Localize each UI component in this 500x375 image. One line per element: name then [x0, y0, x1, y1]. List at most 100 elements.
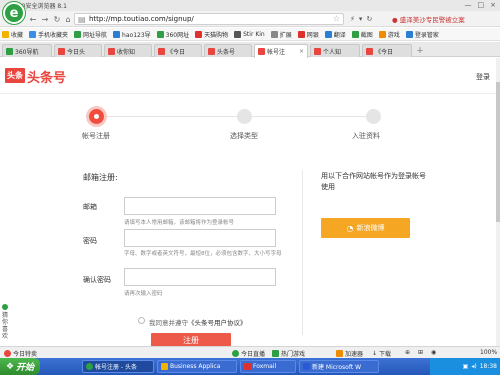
volume-icon[interactable]: ◂): [471, 363, 476, 370]
bookmark-item[interactable]: hao123导: [113, 30, 151, 39]
live-item[interactable]: 今日直播: [232, 349, 265, 358]
speed-mode-icon[interactable]: ⚡: [350, 15, 355, 23]
zoom-level[interactable]: 100%: [480, 349, 497, 356]
maximize-button[interactable]: □: [478, 1, 485, 9]
browser-task-icon: [86, 363, 93, 370]
bookmark-item[interactable]: 登录管家: [405, 30, 439, 39]
tab-personal[interactable]: 个人知: [310, 44, 360, 57]
register-button[interactable]: 注册: [151, 333, 231, 347]
circle-icon[interactable]: ◉: [431, 349, 436, 356]
reload-icon[interactable]: ↻: [366, 15, 372, 23]
step-label: 帐号注册: [82, 132, 110, 140]
back-icon[interactable]: ←: [28, 14, 38, 24]
url-text: http://mp.toutiao.com/signup/: [89, 15, 194, 23]
minimize-button[interactable]: —: [465, 1, 472, 9]
bookmark-icon: [234, 30, 242, 38]
tab-signup-active[interactable]: 帐号注 ×: [254, 44, 308, 58]
password-hint: 字母、数字或者英文符号，最短8位，必须包含数字、大小写字母: [124, 251, 282, 257]
bookmark-icon: [297, 30, 305, 38]
bookmark-icon: [324, 30, 332, 38]
step-1-indicator: [89, 109, 104, 124]
globe-icon[interactable]: ⊕: [405, 349, 410, 356]
word-task-icon: [303, 363, 310, 370]
bookmark-item[interactable]: Stir Kin: [234, 30, 265, 38]
brand-name: 头条号: [27, 71, 67, 86]
bookmark-item[interactable]: 翻译: [324, 30, 346, 39]
tab-360-nav[interactable]: 360导航: [2, 44, 52, 57]
games-item[interactable]: 热门游戏: [272, 349, 305, 358]
taskbar-task-word[interactable]: 新建 Microsoft W: [299, 360, 379, 373]
password-label: 密码: [83, 237, 97, 245]
start-button[interactable]: ❖ 开始: [0, 358, 40, 375]
tab-favicon-icon: [208, 47, 215, 55]
bookmark-icon: [195, 30, 203, 38]
address-bar-tools: ⚡ ▾ ↻: [350, 13, 372, 25]
bookmark-item[interactable]: 手机收藏夹: [29, 30, 68, 39]
network-icon[interactable]: ▣: [463, 363, 469, 370]
windows-logo-icon: ❖: [5, 361, 15, 372]
side-widget[interactable]: 猜你喜欢: [0, 304, 10, 346]
taskbar-task-business[interactable]: Business Applica: [157, 360, 237, 373]
login-link[interactable]: 登录: [476, 72, 490, 82]
tab-close-icon[interactable]: ×: [299, 48, 304, 55]
weibo-label: 新浪微博: [356, 224, 385, 232]
weibo-icon: ◔: [346, 223, 354, 233]
star-icon[interactable]: ☆: [333, 14, 340, 23]
confirm-password-label: 确认密码: [83, 276, 111, 284]
email-field[interactable]: [124, 197, 276, 215]
home-icon[interactable]: ⌂: [63, 14, 73, 24]
widget-dot-icon: [2, 304, 8, 310]
clock[interactable]: 18:38: [480, 363, 497, 370]
live-icon: [232, 350, 239, 357]
bookmark-item[interactable]: 扩展: [270, 30, 292, 39]
deals-item[interactable]: 今日特卖: [4, 349, 37, 358]
forward-icon[interactable]: →: [40, 14, 50, 24]
news-ticker[interactable]: ● 盛泽美沙专民警被立案: [392, 13, 500, 25]
bookmark-item[interactable]: 天猫购物: [195, 30, 228, 39]
bookmarks-bar: 收藏 手机收藏夹 网址导航 hao123导 360网址 天猫购物 Stir Ki…: [0, 28, 500, 41]
tab-toutiao-3[interactable]: 《今日: [362, 44, 412, 57]
bookmark-item[interactable]: 网址导航: [74, 30, 107, 39]
bookmark-icon: [29, 30, 37, 38]
step-progress-line: [97, 116, 373, 117]
bookmark-icon: [270, 30, 278, 38]
refresh-icon[interactable]: ↻: [52, 14, 62, 24]
bookmark-icon: [156, 30, 164, 38]
password-field[interactable]: [124, 229, 276, 247]
tab-zhihu[interactable]: 收你知: [104, 44, 152, 57]
agreement-prefix: 我同意并遵守: [149, 319, 188, 327]
download-icon: ↓: [372, 350, 378, 357]
bookmark-icon: [351, 30, 359, 38]
app-task-icon: [161, 363, 168, 370]
bookmark-icon: [378, 30, 386, 38]
weibo-login-button[interactable]: ◔ 新浪微博: [321, 218, 410, 238]
section-divider: [302, 170, 303, 335]
toutiao-logo-icon[interactable]: 头条: [5, 68, 25, 83]
new-tab-icon[interactable]: ＋: [416, 45, 424, 56]
close-button[interactable]: ×: [490, 1, 496, 9]
bookmark-item[interactable]: 360网址: [156, 30, 189, 39]
grid-icon[interactable]: ⊞: [418, 349, 423, 356]
dropdown-icon[interactable]: ▾: [359, 15, 363, 23]
confirm-password-field[interactable]: [124, 268, 276, 286]
bookmark-icon: [113, 30, 121, 38]
taskbar-task-browser[interactable]: 帐号注册 - 头条: [82, 360, 154, 373]
address-bar[interactable]: ▤ http://mp.toutiao.com/signup/ ☆: [74, 13, 344, 25]
step-label: 入驻资料: [352, 132, 380, 140]
taskbar-task-foxmail[interactable]: Foxmail: [240, 360, 296, 373]
download-item[interactable]: ↓ 下载: [372, 349, 391, 358]
confirm-password-hint: 请再次输入密码: [124, 291, 163, 297]
bookmark-item[interactable]: 收藏: [2, 30, 23, 39]
bookmark-item[interactable]: 游戏: [378, 30, 400, 39]
bookmark-item[interactable]: 网银: [297, 30, 319, 39]
agree-checkbox[interactable]: [138, 317, 145, 324]
page-icon: ▤: [78, 15, 86, 24]
bookmark-item[interactable]: 截图: [351, 30, 373, 39]
scrollbar-thumb[interactable]: [496, 82, 500, 222]
user-agreement-link[interactable]: 《头条号用户协议》: [188, 319, 247, 327]
tab-toutiao-2[interactable]: 《今日: [154, 44, 202, 57]
tab-toutiaohao[interactable]: 头条号: [204, 44, 252, 57]
tab-toutiao-1[interactable]: 今日头: [54, 44, 102, 57]
browser-logo-icon[interactable]: e: [3, 2, 25, 24]
accelerator-item[interactable]: 加速器: [336, 349, 363, 358]
